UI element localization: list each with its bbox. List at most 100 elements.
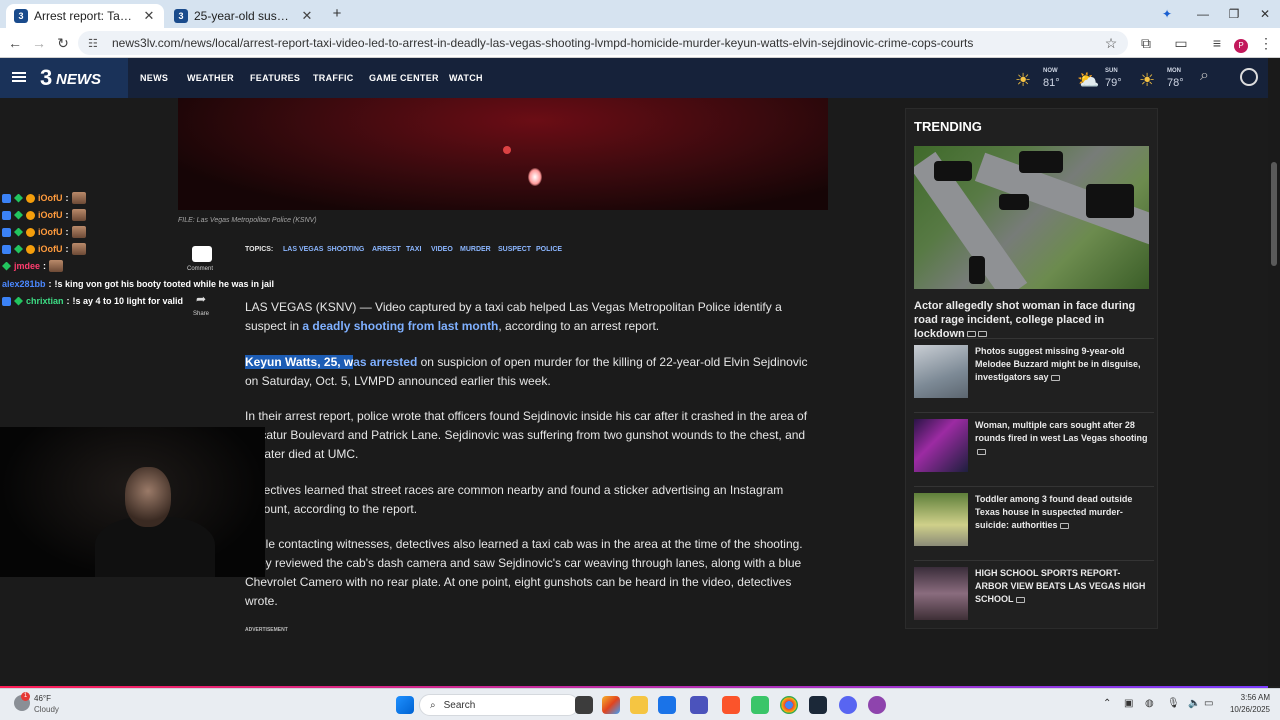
trending-item[interactable]: Photos suggest missing 9-year-old Melode… [914, 338, 1154, 404]
weather-now[interactable]: ☀ NOW 81° [1015, 66, 1065, 92]
window-close-icon[interactable]: ✕ [1250, 4, 1280, 24]
trending-item[interactable]: HIGH SCHOOL SPORTS REPORT- ARBOR VIEW BE… [914, 560, 1154, 626]
logo-text[interactable]: NEWS [56, 71, 101, 88]
share-label[interactable]: Share [193, 311, 209, 317]
volume-icon[interactable]: 🔈 [1188, 698, 1200, 709]
clock-time[interactable]: 3:56 AM [1224, 693, 1270, 702]
topic-link[interactable]: ARREST [372, 246, 401, 253]
chrome-icon[interactable] [780, 696, 798, 714]
weather-sun[interactable]: ⛅ SUN 79° [1077, 66, 1127, 92]
nav-game-center[interactable]: GAME CENTER [369, 58, 439, 98]
gemini-icon[interactable]: ✦ [1152, 4, 1182, 24]
share-icon[interactable]: ➦ [196, 292, 206, 306]
back-icon[interactable]: ← [4, 32, 26, 54]
bookmark-star-icon[interactable]: ☆ [1100, 32, 1122, 54]
site-info-icon[interactable]: ☷ [88, 37, 104, 50]
chat-separator: : [66, 296, 70, 306]
battery-icon[interactable]: ▭ [1204, 698, 1213, 709]
account-icon[interactable] [1240, 68, 1258, 86]
copilot-icon[interactable] [602, 696, 620, 714]
hamburger-menu-icon[interactable] [12, 72, 26, 74]
task-view-icon[interactable] [575, 696, 593, 714]
badge-icon [2, 193, 11, 203]
tray-app-icon[interactable]: ◍ [1145, 698, 1154, 709]
comment-icon[interactable] [192, 246, 212, 262]
tab-suspect-arrested[interactable]: 3 25-year-old suspect arrested in ✕ [166, 4, 322, 28]
search-icon[interactable]: ⌕ [1200, 67, 1209, 85]
trending-item[interactable]: Toddler among 3 found dead outside Texas… [914, 486, 1154, 552]
file-explorer-icon[interactable] [630, 696, 648, 714]
chat-username[interactable]: iOofU [38, 193, 63, 203]
weather-desc[interactable]: Cloudy [34, 705, 59, 714]
nav-news[interactable]: NEWS [140, 58, 168, 98]
maximize-icon[interactable]: ❐ [1219, 4, 1249, 24]
windows-start-icon[interactable] [396, 696, 414, 714]
logo-number[interactable]: 3 [40, 65, 52, 91]
address-bar[interactable]: ☷ news3lv.com/news/local/arrest-report-t… [78, 31, 1128, 55]
badge-icon [26, 193, 35, 203]
nav-features[interactable]: FEATURES [250, 58, 300, 98]
site-favicon-icon: 3 [14, 9, 28, 23]
trending-lead-title[interactable]: Actor allegedly shot woman in face durin… [914, 299, 1154, 341]
nav-watch[interactable]: WATCH [449, 58, 483, 98]
chat-username[interactable]: alex281bb [2, 279, 46, 289]
weather-temp[interactable]: 46°F [34, 694, 51, 703]
page-scrollbar[interactable] [1268, 58, 1280, 686]
store-icon[interactable] [658, 696, 676, 714]
weather-mon[interactable]: ☀ MON 78° [1139, 66, 1189, 92]
discord-icon[interactable] [839, 696, 857, 714]
article-video-image[interactable] [178, 98, 828, 210]
trending-lead-image[interactable] [914, 146, 1149, 289]
brave-icon[interactable] [722, 696, 740, 714]
topic-link[interactable]: SHOOTING [327, 246, 364, 253]
clock-date[interactable]: 10/26/2025 [1224, 705, 1270, 714]
chat-username[interactable]: iOofU [38, 244, 63, 254]
teams-icon[interactable] [690, 696, 708, 714]
trending-item-title: Toddler among 3 found dead outside Texas… [975, 493, 1150, 532]
microphone-icon[interactable]: 🎙 [1167, 698, 1180, 709]
topic-link[interactable]: VIDEO [431, 246, 453, 253]
close-tab-icon[interactable]: ✕ [142, 8, 156, 24]
scrollbar-thumb[interactable] [1271, 162, 1277, 266]
image-caption: FILE: Las Vegas Metropolitan Police (KSN… [178, 217, 317, 224]
nav-weather[interactable]: WEATHER [187, 58, 234, 98]
chat-username[interactable]: iOofU [38, 227, 63, 237]
topic-link[interactable]: MURDER [460, 246, 491, 253]
app-icon[interactable] [751, 696, 769, 714]
reload-icon[interactable]: ↻ [52, 32, 74, 54]
topic-link[interactable]: TAXI [406, 246, 421, 253]
tab-search-icon[interactable]: ≡ [1206, 32, 1228, 54]
obs-icon[interactable] [868, 696, 886, 714]
minimize-icon[interactable]: — [1188, 4, 1218, 24]
notification-badge: 1 [21, 692, 30, 701]
menu-icon[interactable]: ⋮ [1255, 32, 1277, 54]
new-tab-button[interactable]: + [322, 4, 352, 24]
paragraph-text: , according to an arrest report. [498, 319, 660, 333]
cast-icon[interactable]: ▭ [1170, 32, 1192, 54]
sun-icon: ☀ [1015, 70, 1032, 90]
profile-initial: P [1234, 39, 1248, 53]
show-hidden-icons[interactable]: ⌃ [1103, 698, 1111, 709]
chat-separator: : [43, 261, 47, 271]
taskbar-search[interactable]: ⌕ Search [419, 694, 579, 716]
chat-username[interactable]: iOofU [38, 210, 63, 220]
topic-link[interactable]: POLICE [536, 246, 562, 253]
comment-label[interactable]: Comment [187, 266, 213, 272]
trending-item[interactable]: Woman, multiple cars sought after 28 rou… [914, 412, 1154, 478]
topic-link[interactable]: LAS VEGAS [283, 246, 323, 253]
steam-icon[interactable] [809, 696, 827, 714]
badge-icon [2, 244, 11, 254]
arrested-link[interactable]: as arrested [353, 355, 417, 369]
chat-username[interactable]: chrixtian [26, 296, 64, 306]
topic-link[interactable]: SUSPECT [498, 246, 531, 253]
trending-item-title: HIGH SCHOOL SPORTS REPORT- ARBOR VIEW BE… [975, 567, 1150, 606]
profile-avatar[interactable]: P [1230, 32, 1252, 54]
forward-icon[interactable]: → [28, 32, 50, 54]
close-tab-icon[interactable]: ✕ [300, 8, 314, 24]
extensions-icon[interactable]: ⧉ [1135, 32, 1157, 54]
nav-traffic[interactable]: TRAFFIC [313, 58, 354, 98]
chat-username[interactable]: jmdee [14, 261, 40, 271]
deadly-shooting-link[interactable]: a deadly shooting from last month [302, 319, 498, 333]
tray-app-icon[interactable]: ▣ [1124, 698, 1133, 709]
tab-arrest-report[interactable]: 3 Arrest report: Taxi dash video le ✕ [6, 4, 164, 28]
